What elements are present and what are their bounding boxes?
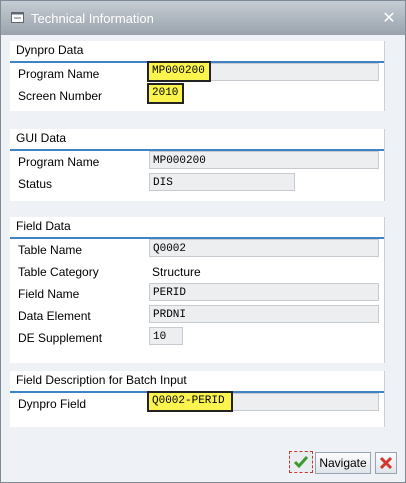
table-category-value: Structure: [152, 265, 201, 279]
table-name-field[interactable]: Q0002: [149, 239, 379, 257]
info-window-icon: [11, 12, 24, 23]
batch-input-header: Field Description for Batch Input: [10, 371, 384, 393]
title-bar: Technical Information ✕: [1, 1, 405, 35]
field-name-field[interactable]: PERID: [149, 283, 379, 301]
gui-program-name-label: Program Name: [18, 155, 100, 169]
gui-data-header: GUI Data: [10, 129, 384, 151]
screen-number-label: Screen Number: [18, 89, 103, 103]
dynpro-field-input[interactable]: Q0002-PERID: [147, 391, 233, 412]
de-supplement-field[interactable]: 10: [149, 327, 183, 345]
field-data-header: Field Data: [10, 217, 384, 239]
program-name-field[interactable]: MP000200: [147, 61, 211, 82]
data-element-label: Data Element: [18, 309, 91, 323]
checkmark-icon: [293, 456, 309, 469]
window-title: Technical Information: [31, 11, 154, 26]
field-data-group: Field Data Table Name Q0002 Table Catego…: [10, 217, 385, 363]
technical-information-dialog: Technical Information ✕ Dynpro Data Prog…: [0, 0, 406, 483]
cancel-button[interactable]: [375, 452, 397, 474]
dynpro-data-group: Dynpro Data Program Name MP000200 Screen…: [10, 41, 385, 111]
table-name-label: Table Name: [18, 243, 83, 257]
field-name-label: Field Name: [18, 287, 80, 301]
de-supplement-label: DE Supplement: [18, 331, 103, 345]
screen-number-field[interactable]: 2010: [147, 83, 184, 104]
dynpro-data-header: Dynpro Data: [10, 41, 384, 63]
close-icon[interactable]: ✕: [381, 11, 397, 27]
table-category-label: Table Category: [18, 265, 99, 279]
gui-data-title: GUI Data: [16, 131, 67, 145]
status-label: Status: [18, 177, 53, 191]
continue-button[interactable]: [289, 451, 313, 473]
data-element-field[interactable]: PRDNI: [149, 305, 379, 323]
gui-data-group: GUI Data Program Name MP000200 Status DI…: [10, 129, 385, 201]
navigate-button[interactable]: Navigate: [315, 452, 371, 474]
dynpro-data-title: Dynpro Data: [16, 43, 84, 57]
cancel-x-icon: [379, 456, 393, 470]
batch-input-title: Field Description for Batch Input: [16, 373, 187, 387]
program-name-label: Program Name: [18, 67, 100, 81]
batch-input-group: Field Description for Batch Input Dynpro…: [10, 371, 385, 427]
status-field[interactable]: DIS: [149, 173, 295, 191]
field-data-title: Field Data: [16, 219, 71, 233]
gui-program-name-field[interactable]: MP000200: [149, 151, 379, 169]
dynpro-field-label: Dynpro Field: [18, 397, 87, 411]
